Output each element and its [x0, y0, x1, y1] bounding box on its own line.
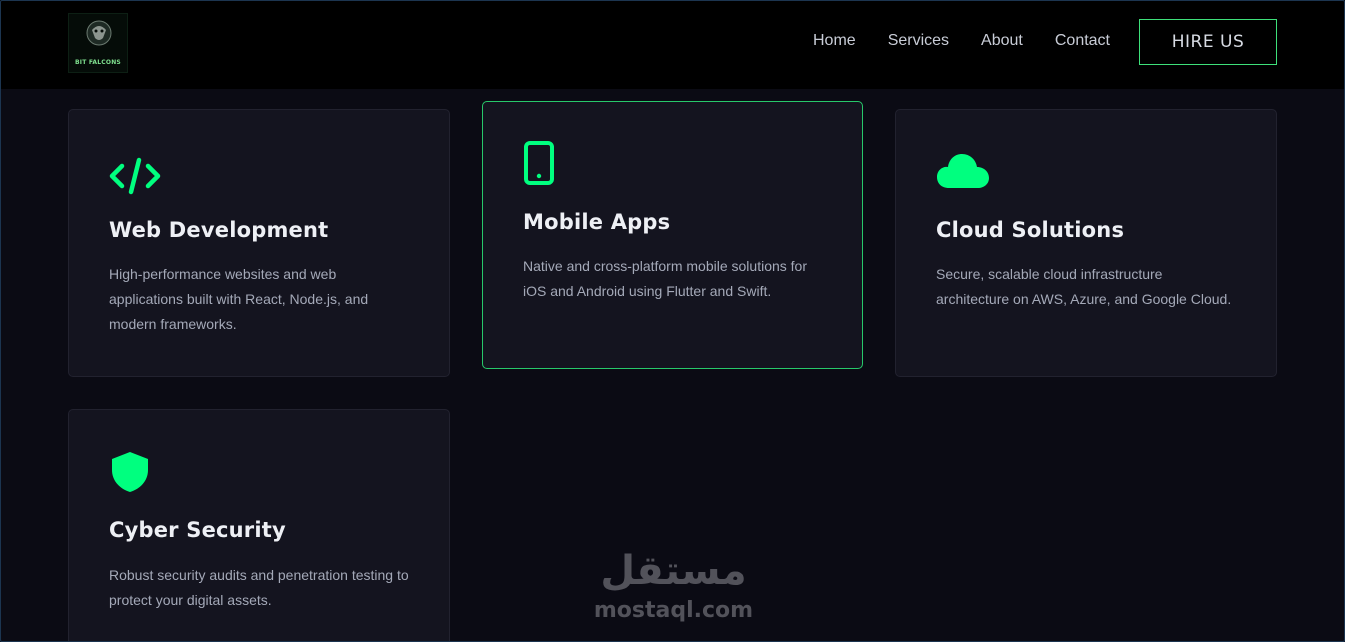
watermark: مستقل mostaql.com: [591, 548, 761, 633]
service-title: Web Development: [109, 218, 329, 242]
logo[interactable]: BIT FALCONS: [68, 13, 128, 73]
shield-icon: [112, 452, 148, 492]
hire-us-button[interactable]: HIRE US: [1139, 19, 1277, 65]
nav-menu: Home Services About Contact: [813, 31, 1142, 51]
logo-text: BIT FALCONS: [75, 59, 121, 66]
mobile-phone-icon: [524, 141, 554, 185]
service-description: High-performance websites and web applic…: [109, 266, 369, 332]
navbar: BIT FALCONS Home Services About Contact …: [0, 0, 1345, 89]
nav-home-link[interactable]: Home: [813, 31, 856, 51]
service-description: Native and cross-platform mobile solutio…: [523, 258, 808, 299]
service-card-cloud-solutions[interactable]: Cloud Solutions Secure, scalable cloud i…: [895, 109, 1277, 377]
nav-services-link[interactable]: Services: [888, 31, 949, 51]
cloud-icon: [937, 154, 989, 188]
service-title: Cloud Solutions: [936, 218, 1125, 242]
watermark-arabic-text: مستقل: [600, 548, 747, 594]
falcon-icon: [86, 20, 112, 46]
service-card-cyber-security[interactable]: Cyber Security Robust security audits an…: [68, 409, 450, 642]
service-title: Mobile Apps: [523, 210, 671, 234]
service-card-web-development[interactable]: Web Development High-performance website…: [68, 109, 450, 377]
service-description: Robust security audits and penetration t…: [109, 567, 409, 608]
nav-contact-link[interactable]: Contact: [1055, 31, 1110, 51]
service-title: Cyber Security: [109, 518, 286, 542]
service-card-mobile-apps[interactable]: Mobile Apps Native and cross-platform mo…: [482, 101, 863, 369]
service-description: Secure, scalable cloud infrastructure ar…: [936, 266, 1232, 307]
nav-about-link[interactable]: About: [981, 31, 1023, 51]
code-icon: [109, 157, 161, 195]
watermark-latin-text: mostaql.com: [593, 598, 754, 623]
